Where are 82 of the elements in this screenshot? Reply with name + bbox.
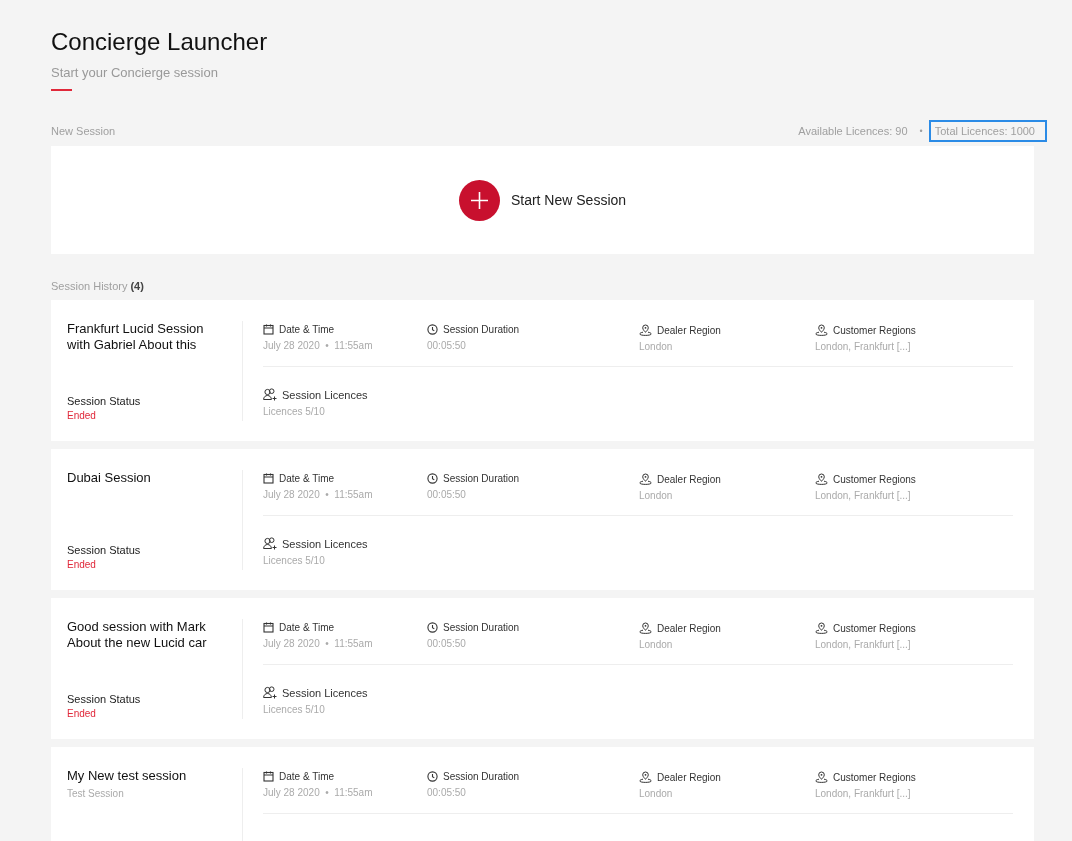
section-label: Session History <box>51 280 128 292</box>
clock-icon <box>427 771 438 782</box>
status-value: Ended <box>67 559 97 570</box>
field-label: Dealer Region <box>657 473 721 485</box>
field-value: London, Frankfurt [...] <box>815 341 912 352</box>
location-pin-icon <box>639 622 652 634</box>
plus-icon <box>458 179 500 221</box>
field-label: Customer Regions <box>833 622 916 634</box>
status-label: Session Status <box>67 395 142 407</box>
session-card[interactable] <box>51 598 1034 739</box>
field-label: Session Licences <box>282 686 368 699</box>
field-value: Licences 5/10 <box>263 704 326 715</box>
users-icon <box>263 537 277 550</box>
separator-dot: • <box>919 126 923 136</box>
field-label: Dealer Region <box>657 771 721 783</box>
status-value: Ended <box>67 410 97 421</box>
field-label: Session Duration <box>443 771 520 782</box>
calendar-icon <box>263 473 274 484</box>
status-label: Session Status <box>67 544 142 556</box>
field-label: Dealer Region <box>657 622 721 634</box>
location-pin-icon <box>815 622 828 634</box>
users-icon <box>263 686 277 699</box>
field-value: July 28 2020 • 11:55am <box>263 787 374 798</box>
clock-icon <box>427 622 438 633</box>
status-value: Ended <box>67 708 97 719</box>
licence-count: Total Licences: 1000 <box>928 120 1047 142</box>
clock-icon <box>427 473 438 484</box>
field-label: Session Duration <box>443 622 520 633</box>
field-value: London, Frankfurt [...] <box>815 788 912 799</box>
page-subtitle: Start your Concierge session <box>51 65 219 80</box>
field-value: July 28 2020 • 11:55am <box>263 489 374 500</box>
field-value: 00:05:50 <box>427 489 467 500</box>
field-value: London <box>639 788 674 799</box>
location-pin-icon <box>639 324 652 336</box>
session-title: Dubai Session <box>67 470 152 486</box>
users-icon <box>263 388 277 401</box>
field-label: Session Licences <box>282 537 368 550</box>
field-value: London, Frankfurt [...] <box>815 639 912 650</box>
field-label: Customer Regions <box>833 324 916 336</box>
status-label: Session Status <box>67 693 142 705</box>
location-pin-icon <box>639 473 652 485</box>
session-title: Frankfurt Lucid Session with Gabriel About this <box>67 321 205 353</box>
field-value: 00:05:50 <box>427 638 467 649</box>
licence-count: Available Licences: 90 <box>797 124 909 139</box>
location-pin-icon <box>815 324 828 336</box>
field-value: London, Frankfurt [...] <box>815 490 912 501</box>
start-session-button[interactable]: Start New Session <box>458 179 627 221</box>
session-card[interactable] <box>51 300 1034 441</box>
field-label: Date & Time <box>279 324 335 335</box>
section-label: New Session <box>51 125 116 137</box>
field-label: Customer Regions <box>833 473 916 485</box>
clock-icon <box>427 324 438 335</box>
field-value: Licences 5/10 <box>263 555 326 566</box>
field-label: Date & Time <box>279 473 335 484</box>
field-label: Dealer Region <box>657 324 721 336</box>
field-value: London <box>639 639 674 650</box>
calendar-icon <box>263 622 274 633</box>
location-pin-icon <box>815 771 828 783</box>
field-value: Licences 5/10 <box>263 406 326 417</box>
session-card[interactable]: My New test session Test Session Date & Time July 28 2020 • 11:55am Session Duration 00:05:50 Dealer Region London Customer Regions London, Frankfurt [...] <box>51 747 1034 841</box>
field-label: Session Duration <box>443 473 520 484</box>
field-value: London <box>639 490 674 501</box>
session-count: (4) <box>130 280 144 292</box>
calendar-icon <box>263 771 274 782</box>
field-value: 00:05:50 <box>427 340 467 351</box>
session-subtitle: Test Session <box>67 788 125 799</box>
field-label: Date & Time <box>279 771 335 782</box>
session-title: Good session with Mark About the new Lucid car <box>67 619 208 651</box>
field-label: Session Duration <box>443 324 520 335</box>
field-value: London <box>639 341 674 352</box>
session-title: My New test session <box>67 768 188 784</box>
calendar-icon <box>263 324 274 335</box>
field-value: July 28 2020 • 11:55am <box>263 340 374 351</box>
field-label: Date & Time <box>279 622 335 633</box>
session-card[interactable]: Dubai Session Session Status Ended Date & Time July 28 2020 • 11:55am Session Duration 00:05:50 Dealer Region London Customer Regions London, Frankfurt [...] Session Licences Licences 5/10 <box>51 449 1034 590</box>
field-value: July 28 2020 • 11:55am <box>263 638 374 649</box>
field-label: Customer Regions <box>833 771 916 783</box>
location-pin-icon <box>815 473 828 485</box>
location-pin-icon <box>639 771 652 783</box>
page-title: Concierge Launcher <box>51 27 269 57</box>
field-value: 00:05:50 <box>427 787 467 798</box>
field-label: Session Licences <box>282 388 368 401</box>
